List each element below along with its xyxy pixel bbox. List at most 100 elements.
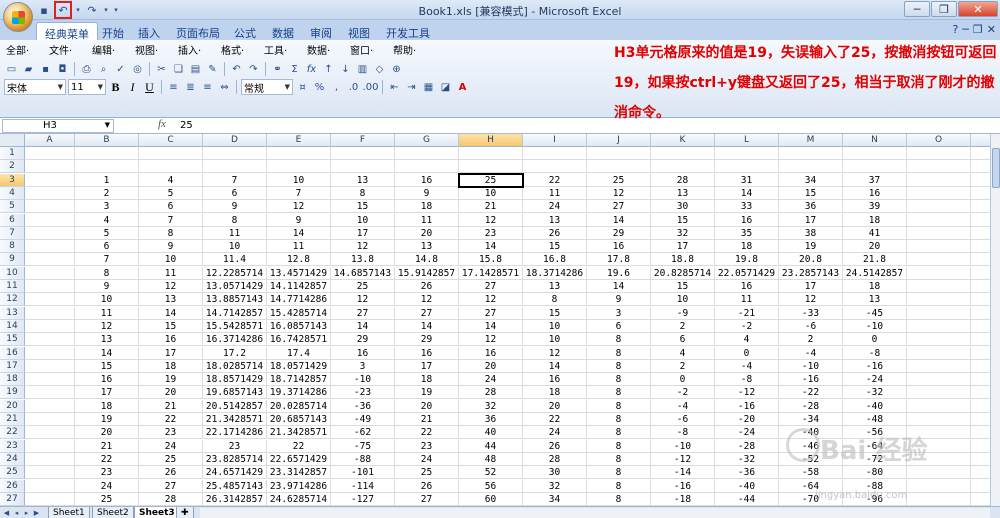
minimize-button[interactable]: ─	[904, 1, 930, 17]
cell-e25[interactable]: 23.3142857	[267, 466, 331, 480]
cell-m7[interactable]: 38	[779, 226, 843, 240]
column-header-f[interactable]: F	[331, 134, 395, 147]
row-header-11[interactable]: 11	[0, 280, 25, 293]
cell-d25[interactable]: 24.6571429	[203, 466, 267, 480]
cell-i7[interactable]: 26	[523, 226, 587, 240]
cell-l1[interactable]	[715, 147, 779, 160]
cell-k6[interactable]: 15	[651, 213, 715, 227]
cell-p5[interactable]	[971, 200, 990, 214]
cell-k1[interactable]	[651, 147, 715, 160]
cell-e5[interactable]: 12	[267, 200, 331, 214]
cell-j2[interactable]	[587, 160, 651, 174]
cell-k5[interactable]: 30	[651, 200, 715, 214]
row-header-4[interactable]: 4	[0, 186, 25, 200]
cell-o21[interactable]	[907, 413, 971, 426]
column-header-n[interactable]: N	[843, 134, 907, 147]
cell-e26[interactable]: 23.9714286	[267, 479, 331, 493]
cell-g1[interactable]	[395, 147, 459, 160]
cell-m9[interactable]: 20.8	[779, 253, 843, 267]
cell-m21[interactable]: -34	[779, 413, 843, 426]
cell-g14[interactable]: 14	[395, 319, 459, 333]
cell-b17[interactable]: 15	[75, 359, 139, 373]
cell-h19[interactable]: 28	[459, 386, 523, 400]
decrease-decimal-icon[interactable]: .00	[363, 80, 379, 95]
ribbon-restore-icon[interactable]: ❐	[973, 23, 983, 36]
cell-n5[interactable]: 39	[843, 200, 907, 214]
cell-o17[interactable]	[907, 359, 971, 373]
cell-h18[interactable]: 24	[459, 373, 523, 387]
cell-g3[interactable]: 16	[395, 173, 459, 187]
cell-o13[interactable]	[907, 306, 971, 320]
cell-g24[interactable]: 24	[395, 452, 459, 466]
cell-f11[interactable]: 25	[331, 280, 395, 293]
cell-h13[interactable]: 27	[459, 306, 523, 320]
cell-h20[interactable]: 32	[459, 399, 523, 413]
help-icon[interactable]: ?	[952, 23, 958, 36]
cell-g26[interactable]: 26	[395, 479, 459, 493]
cell-h7[interactable]: 23	[459, 226, 523, 240]
cell-b1[interactable]	[75, 147, 139, 160]
cell-k22[interactable]: -8	[651, 426, 715, 440]
cell-i15[interactable]: 10	[523, 333, 587, 347]
customize-qat-icon[interactable]: ▾	[112, 2, 120, 18]
cell-g21[interactable]: 21	[395, 413, 459, 426]
prev-sheet-icon[interactable]: ◂	[12, 508, 21, 518]
cell-k18[interactable]: 0	[651, 373, 715, 387]
sort-ascending-icon[interactable]: ↑	[321, 62, 336, 77]
cell-d14[interactable]: 15.5428571	[203, 319, 267, 333]
cell-j24[interactable]: 8	[587, 452, 651, 466]
vertical-scrollbar[interactable]	[990, 134, 1000, 506]
cell-p24[interactable]	[971, 453, 990, 466]
cell-f5[interactable]: 15	[331, 200, 395, 214]
cell-e8[interactable]: 11	[267, 240, 331, 254]
cell-n9[interactable]: 21.8	[843, 253, 907, 267]
column-header-m[interactable]: M	[779, 134, 843, 147]
ribbon-close-icon[interactable]: ✕	[987, 23, 996, 36]
cell-n2[interactable]	[843, 160, 907, 174]
cell-c27[interactable]: 28	[139, 492, 203, 506]
cell-k2[interactable]	[651, 160, 715, 174]
cell-b26[interactable]: 24	[75, 479, 139, 493]
cell-l5[interactable]: 33	[715, 200, 779, 214]
cell-p23[interactable]	[971, 440, 990, 453]
cell-o12[interactable]	[907, 293, 971, 307]
cell-h1[interactable]	[459, 147, 523, 160]
row-header-22[interactable]: 22	[0, 426, 25, 440]
cell-b15[interactable]: 13	[75, 333, 139, 347]
cell-m3[interactable]: 34	[779, 173, 843, 187]
cell-i10[interactable]: 18.3714286	[523, 266, 587, 280]
permission-icon[interactable]: ◘	[55, 62, 70, 77]
cell-f1[interactable]	[331, 147, 395, 160]
cell-j22[interactable]: 8	[587, 426, 651, 440]
cell-a23[interactable]	[25, 439, 75, 453]
cell-n13[interactable]: -45	[843, 306, 907, 320]
cell-c8[interactable]: 9	[139, 240, 203, 254]
cell-l13[interactable]: -21	[715, 306, 779, 320]
cell-d23[interactable]: 23	[203, 439, 267, 453]
cell-j9[interactable]: 17.8	[587, 253, 651, 267]
cell-a1[interactable]	[25, 147, 75, 160]
undo-icon[interactable]: ↶	[229, 62, 244, 77]
cell-h5[interactable]: 21	[459, 200, 523, 214]
cell-h10[interactable]: 17.1428571	[459, 266, 523, 280]
cell-j17[interactable]: 8	[587, 359, 651, 373]
cell-n1[interactable]	[843, 147, 907, 160]
cell-f13[interactable]: 27	[331, 306, 395, 320]
cell-c13[interactable]: 14	[139, 306, 203, 320]
cell-p27[interactable]	[971, 493, 990, 506]
cell-b27[interactable]: 25	[75, 492, 139, 506]
cell-f4[interactable]: 8	[331, 186, 395, 200]
cell-m4[interactable]: 15	[779, 186, 843, 200]
cell-l25[interactable]: -36	[715, 466, 779, 480]
cell-a7[interactable]	[25, 226, 75, 240]
cell-l26[interactable]: -40	[715, 479, 779, 493]
row-header-20[interactable]: 20	[0, 399, 25, 413]
cell-e2[interactable]	[267, 160, 331, 174]
cell-h23[interactable]: 44	[459, 439, 523, 453]
cell-e24[interactable]: 22.6571429	[267, 452, 331, 466]
cell-c7[interactable]: 8	[139, 226, 203, 240]
cell-f26[interactable]: -114	[331, 479, 395, 493]
menu-data[interactable]: 数据·	[305, 42, 348, 58]
cell-c26[interactable]: 27	[139, 479, 203, 493]
cell-d10[interactable]: 12.2285714	[203, 266, 267, 280]
